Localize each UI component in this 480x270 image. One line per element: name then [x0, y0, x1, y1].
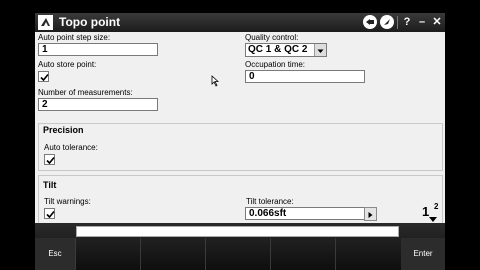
occupation-time-label: Occupation time: — [245, 60, 306, 69]
window-title: Topo point — [59, 15, 121, 29]
softkey-blank-4[interactable] — [270, 238, 336, 270]
auto-point-step-size-input[interactable]: 1 — [38, 43, 158, 56]
tilt-tolerance-input[interactable]: 0.066sft — [245, 207, 365, 220]
minimize-icon[interactable]: – — [415, 15, 429, 29]
auto-tolerance-label: Auto tolerance: — [44, 143, 98, 152]
softkey-blank-3[interactable] — [205, 238, 271, 270]
checkmark-icon — [46, 210, 55, 219]
auto-store-point-label: Auto store point: — [38, 60, 97, 69]
compass-icon[interactable] — [380, 15, 394, 29]
quality-control-select[interactable]: QC 1 & QC 2 — [245, 43, 327, 57]
precision-group-title: Precision — [43, 125, 84, 135]
app-logo-icon[interactable] — [38, 15, 53, 30]
softkey-blank-1[interactable] — [75, 238, 141, 270]
enter-button[interactable]: Enter — [401, 238, 445, 270]
auto-tolerance-checkbox[interactable] — [44, 154, 55, 165]
auto-store-point-checkbox[interactable] — [38, 71, 49, 82]
number-of-measurements-input[interactable]: 2 — [38, 98, 158, 111]
page-down-arrow-icon — [429, 217, 437, 222]
softkey-blank-2[interactable] — [140, 238, 206, 270]
close-icon[interactable]: ✕ — [430, 15, 444, 29]
help-icon[interactable]: ? — [400, 15, 414, 29]
title-bar: Topo point ? – ✕ — [35, 13, 445, 32]
tilt-warnings-label: Tilt warnings: — [44, 197, 91, 206]
quality-control-label: Quality control: — [245, 33, 299, 42]
topo-point-screen: Topo point ? – ✕ Auto point step size: 1… — [35, 13, 445, 270]
checkmark-icon — [40, 73, 49, 82]
tilt-group: Tilt Tilt warnings: Tilt tolerance: — [38, 175, 443, 223]
number-of-measurements-label: Number of measurements: — [38, 88, 133, 97]
page-total: 2 — [434, 202, 439, 211]
chevron-right-icon — [368, 212, 373, 218]
titlebar-divider — [397, 16, 398, 29]
dropdown-button[interactable] — [314, 44, 326, 56]
tilt-warnings-checkbox[interactable] — [44, 208, 55, 219]
tilt-tolerance-options-button[interactable] — [364, 207, 377, 221]
quality-control-value: QC 1 & QC 2 — [248, 44, 308, 55]
esc-button[interactable]: Esc — [35, 238, 75, 270]
command-line-field[interactable] — [76, 226, 399, 237]
occupation-time-input[interactable]: 0 — [245, 70, 365, 83]
softkey-blank-5[interactable] — [335, 238, 402, 270]
mouse-pointer-icon — [211, 75, 220, 87]
auto-point-step-size-label: Auto point step size: — [38, 33, 111, 42]
precision-group: Precision Auto tolerance: — [38, 123, 443, 171]
checkmark-icon — [46, 156, 55, 165]
chevron-down-icon — [317, 49, 324, 53]
satellite-icon[interactable] — [363, 15, 377, 29]
tilt-group-title: Tilt — [43, 180, 57, 190]
tilt-tolerance-label: Tilt tolerance: — [246, 197, 294, 206]
page-indicator[interactable]: 1 2 — [422, 202, 443, 224]
